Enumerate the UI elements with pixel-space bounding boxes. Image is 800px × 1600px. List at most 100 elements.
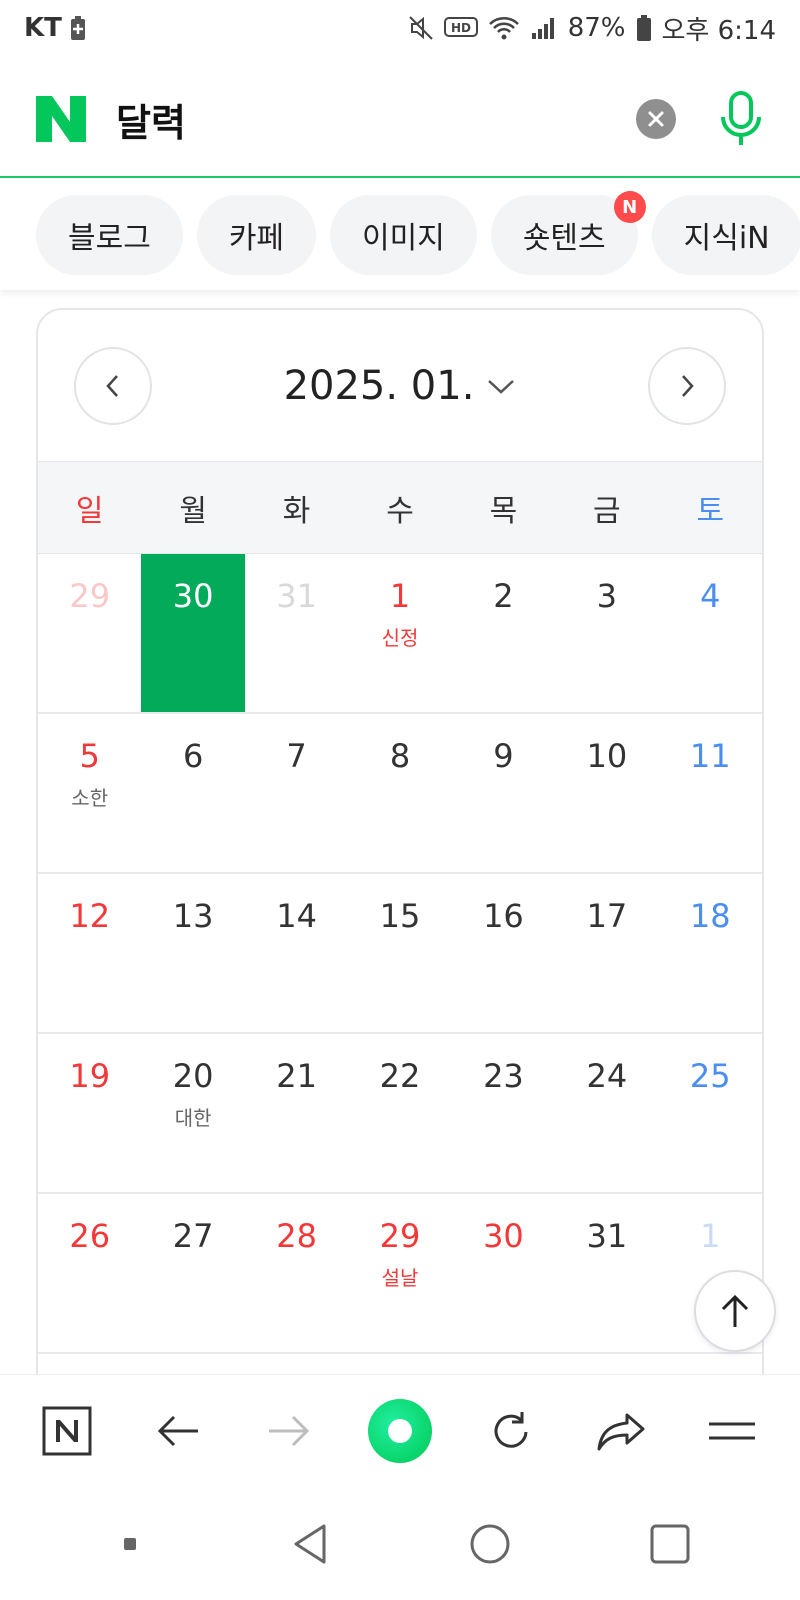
- tab-label: 이미지: [362, 221, 445, 256]
- wifi-icon: [488, 15, 520, 41]
- tab-shortents[interactable]: 숏텐츠 N: [490, 191, 646, 275]
- day-cell[interactable]: 15: [348, 874, 451, 1032]
- day-number: 26: [69, 1217, 111, 1255]
- day-number: 30: [172, 577, 214, 615]
- day-cell[interactable]: 30: [452, 1194, 555, 1352]
- tab-kin[interactable]: 지식iN: [651, 195, 800, 275]
- next-month-button[interactable]: [648, 346, 726, 425]
- day-cell[interactable]: 18: [659, 874, 762, 1032]
- day-cell[interactable]: 14: [245, 874, 348, 1032]
- day-number: 9: [493, 737, 514, 775]
- browser-toolbar: [0, 1374, 800, 1486]
- clear-search-button[interactable]: [636, 99, 676, 139]
- day-cell[interactable]: 29 설날: [348, 1194, 451, 1352]
- overview-square-icon: [650, 1524, 690, 1564]
- day-cell[interactable]: 23: [452, 1034, 555, 1192]
- day-cell[interactable]: 29: [38, 554, 141, 712]
- day-cell[interactable]: 31: [555, 1194, 658, 1352]
- calendar-widget: 2025. 01. 일월화수목금토 29 30 31 1 신정 2 3 4 5 소한 6 7 8 9 10 1…: [36, 308, 764, 1408]
- weekday-label: 금: [593, 493, 621, 529]
- day-cell[interactable]: 21: [245, 1034, 348, 1192]
- naver-logo[interactable]: [34, 94, 88, 144]
- day-number: 19: [69, 1057, 111, 1095]
- day-cell[interactable]: 19: [38, 1034, 141, 1192]
- voice-search-button[interactable]: [716, 89, 766, 149]
- day-cell[interactable]: 17: [555, 874, 658, 1032]
- day-cell[interactable]: 9: [452, 714, 555, 872]
- forward-button[interactable]: [253, 1395, 325, 1467]
- day-number: 31: [586, 1217, 628, 1255]
- search-tabs: 블로그 카페 이미지 숏텐츠 N 지식iN: [0, 180, 800, 290]
- day-cell[interactable]: 11: [659, 714, 762, 872]
- naver-home-icon: [42, 1406, 92, 1455]
- clock: 오후 6:14: [661, 15, 777, 46]
- tab-blog[interactable]: 블로그: [36, 195, 183, 275]
- refresh-icon: [494, 1411, 528, 1448]
- day-cell[interactable]: 6: [141, 714, 244, 872]
- day-cell[interactable]: 10: [555, 714, 658, 872]
- tab-label: 블로그: [68, 221, 151, 256]
- weekday-label: 월: [179, 493, 207, 529]
- day-cell[interactable]: 22: [348, 1034, 451, 1192]
- search-header: 달력: [0, 62, 800, 178]
- day-cell[interactable]: 24: [555, 1034, 658, 1192]
- system-back-button[interactable]: [274, 1508, 346, 1580]
- week-row: 12 13 14 15 16 17 18: [38, 874, 762, 1034]
- day-number: 8: [389, 737, 411, 775]
- prev-month-button[interactable]: [74, 346, 152, 425]
- day-cell[interactable]: 7: [245, 714, 348, 872]
- week-row: 29 30 31 1 신정 2 3 4: [38, 554, 762, 714]
- system-home-button[interactable]: [454, 1508, 526, 1580]
- day-cell[interactable]: 16: [452, 874, 555, 1032]
- signal-icon: [530, 15, 558, 41]
- day-number: 30: [483, 1217, 524, 1255]
- chevron-down-icon: [488, 379, 515, 394]
- day-cell[interactable]: 28: [245, 1194, 348, 1352]
- system-overview-button[interactable]: [634, 1508, 706, 1580]
- back-button[interactable]: [142, 1395, 214, 1467]
- day-number: 11: [689, 737, 731, 775]
- day-number: 10: [586, 737, 628, 775]
- day-cell[interactable]: 2: [452, 554, 555, 712]
- day-cell[interactable]: 5 소한: [38, 714, 141, 872]
- day-number: 21: [276, 1057, 317, 1095]
- tab-cafe[interactable]: 카페: [196, 195, 317, 275]
- naver-home-button[interactable]: [31, 1395, 103, 1467]
- share-icon: [597, 1413, 645, 1450]
- tab-label: 카페: [228, 221, 285, 256]
- day-cell[interactable]: 25: [659, 1034, 762, 1192]
- recent-dot-icon: [124, 1538, 136, 1550]
- menu-button[interactable]: [696, 1395, 768, 1467]
- refresh-button[interactable]: [475, 1395, 547, 1467]
- chevron-left-icon: [106, 374, 118, 397]
- day-cell[interactable]: 13: [141, 874, 244, 1032]
- day-number: 3: [596, 577, 618, 615]
- month-selector[interactable]: 2025. 01.: [284, 363, 517, 409]
- day-cell[interactable]: 27: [141, 1194, 244, 1352]
- calendar-grid: 29 30 31 1 신정 2 3 4 5 소한 6 7 8 9 10 11 12 13 14 15 16 17 18 19 2…: [38, 554, 762, 1354]
- week-row: 19 20 대한 21 22 23 24 25: [38, 1034, 762, 1194]
- day-cell[interactable]: 30: [141, 554, 245, 712]
- day-cell[interactable]: 20 대한: [141, 1034, 244, 1192]
- search-input[interactable]: 달력: [116, 92, 636, 147]
- day-cell[interactable]: 3: [555, 554, 658, 712]
- day-cell[interactable]: 31: [245, 554, 348, 712]
- day-number: 4: [700, 577, 721, 615]
- scroll-to-top-button[interactable]: [694, 1270, 776, 1352]
- day-cell[interactable]: 1 신정: [348, 554, 451, 712]
- day-number: 12: [69, 897, 111, 935]
- share-button[interactable]: [586, 1395, 658, 1467]
- back-arrow-icon: [158, 1415, 199, 1446]
- day-number: 14: [276, 897, 317, 935]
- day-cell[interactable]: 12: [38, 874, 141, 1032]
- recent-apps-dot[interactable]: [94, 1508, 166, 1580]
- day-cell[interactable]: 26: [38, 1194, 141, 1352]
- day-cell[interactable]: 4: [659, 554, 762, 712]
- green-dot-button[interactable]: [364, 1395, 436, 1467]
- day-number: 6: [182, 737, 204, 775]
- tab-image[interactable]: 이미지: [330, 195, 477, 275]
- day-cell[interactable]: 8: [348, 714, 451, 872]
- new-badge: N: [613, 191, 646, 223]
- battery-saver-icon: [70, 15, 86, 41]
- day-number: 25: [689, 1057, 731, 1095]
